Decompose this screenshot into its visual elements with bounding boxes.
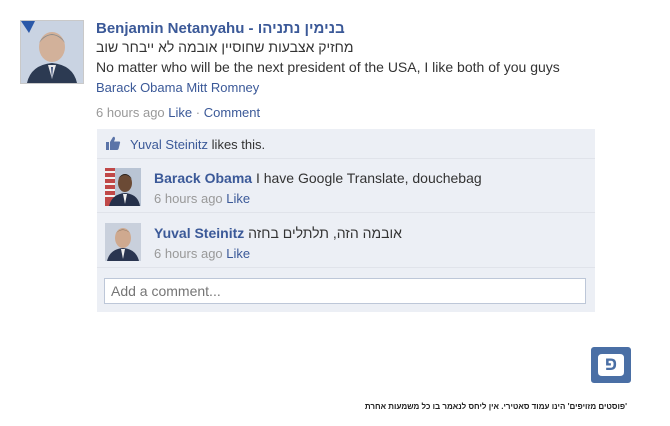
- add-comment-input[interactable]: [104, 278, 586, 304]
- post-meta: 6 hours ago Like · Comment: [96, 105, 260, 120]
- post-text-english: No matter who will be the next president…: [96, 59, 560, 75]
- post-author-name[interactable]: Benjamin Netanyahu - בנימין נתניהו: [96, 20, 345, 37]
- post-author-avatar[interactable]: [20, 20, 84, 84]
- comment-item: Barack Obama I have Google Translate, do…: [97, 159, 595, 212]
- comment-timestamp: 6 hours ago: [154, 191, 223, 206]
- thumbs-up-icon: [105, 136, 121, 156]
- page-logo: פ: [591, 347, 631, 383]
- post-text-hebrew: מחזיק אצבעות שחוסיין אובמה לא ייבחר שוב: [96, 39, 354, 55]
- like-user-link[interactable]: Yuval Steinitz: [130, 137, 208, 152]
- comment-author[interactable]: Barack Obama: [154, 170, 252, 186]
- comment-text: אובמה הזה, תלתלים בחזה: [248, 225, 402, 241]
- comment-author[interactable]: Yuval Steinitz: [154, 225, 244, 241]
- comment-like-link[interactable]: Like: [226, 246, 250, 261]
- post-like-link[interactable]: Like: [168, 105, 192, 120]
- likes-bar: Yuval Steinitz likes this.: [97, 129, 595, 158]
- post-timestamp: 6 hours ago: [96, 105, 165, 120]
- steinitz-photo: [105, 223, 141, 261]
- commenter-avatar[interactable]: [105, 168, 141, 206]
- commenter-avatar[interactable]: [105, 223, 141, 261]
- meta-dot: ·: [195, 105, 201, 120]
- comment-timestamp: 6 hours ago: [154, 246, 223, 261]
- comment-like-link[interactable]: Like: [226, 191, 250, 206]
- post-comment-link[interactable]: Comment: [204, 105, 260, 120]
- disclaimer-text: 'פוסטים מזויפים' הינו עמוד סאטירי. אין ל…: [364, 402, 627, 411]
- logo-glyph: פ: [604, 354, 618, 375]
- comment-item: Yuval Steinitz אובמה הזה, תלתלים בחזה 6 …: [97, 213, 595, 267]
- netanyahu-photo: [21, 21, 83, 83]
- obama-photo: [105, 168, 141, 206]
- add-comment-area: [97, 268, 595, 312]
- post-tags[interactable]: Barack Obama Mitt Romney: [96, 80, 259, 95]
- comment-text: I have Google Translate, douchebag: [255, 170, 482, 186]
- likes-suffix: likes this.: [211, 137, 266, 152]
